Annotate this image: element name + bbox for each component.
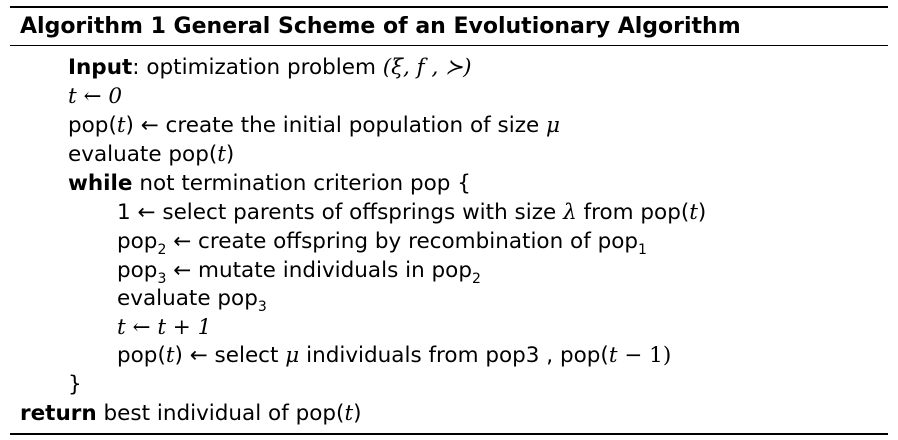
input-text: : optimization problem	[132, 55, 383, 80]
line-text: best individual of pop(	[96, 401, 345, 426]
caption-rule	[10, 45, 888, 46]
line-text: evaluate pop(	[68, 142, 218, 167]
line-text: individuals from pop3 , pop(	[299, 343, 609, 368]
line-text: evaluate pop	[117, 286, 258, 311]
line-text: pop(	[68, 113, 117, 138]
math-var: μ	[285, 343, 300, 368]
line-text: 1 ← select parents of offsprings with si…	[117, 200, 564, 225]
line-text: pop	[117, 258, 158, 283]
algo-line-evaluate: evaluate pop(t)	[68, 141, 234, 169]
algo-line-while: while not termination criterion pop {	[68, 170, 471, 198]
algo-line-init-t: t ← 0	[68, 84, 123, 109]
algo-line-close-brace: }	[68, 372, 82, 397]
algo-line-create-population: pop(t) ← create the initial population o…	[68, 112, 560, 140]
math-var: t	[689, 200, 698, 225]
subscript: 3	[257, 299, 267, 315]
algo-line-return: return best individual of pop(t)	[20, 400, 361, 428]
algo-line-increment-t: t ← t + 1	[117, 315, 212, 340]
keyword-return: return	[20, 401, 97, 426]
algorithm-box: Algorithm 1 General Scheme of an Evoluti…	[10, 0, 888, 440]
algo-line-select-individuals: pop(t) ← select μ individuals from pop3 …	[117, 342, 671, 370]
algo-line-input: Input: optimization problem (ξ, f , ≻)	[68, 54, 472, 82]
keyword-input: Input	[68, 55, 133, 80]
math-var: t	[344, 401, 354, 426]
top-rule	[10, 6, 888, 8]
line-text: pop(	[117, 343, 166, 368]
line-text: − 1)	[617, 343, 672, 368]
algo-line-mutate: pop3 ← mutate individuals in pop2	[117, 257, 481, 287]
line-text: )	[225, 142, 235, 167]
math-var: λ	[563, 200, 577, 225]
problem-tuple: (ξ, f , ≻)	[382, 55, 472, 80]
math-var: t	[217, 142, 226, 167]
math-var: μ	[546, 113, 561, 138]
algo-line-evaluate-pop3: evaluate pop3	[117, 285, 267, 315]
line-text: )	[353, 401, 362, 426]
algorithm-caption: Algorithm 1 General Scheme of an Evoluti…	[20, 14, 741, 39]
line-text: ) ← create the initial population of siz…	[125, 113, 547, 138]
subscript: 1	[638, 242, 647, 258]
line-text: ) ← select	[174, 343, 286, 368]
subscript: 2	[157, 242, 167, 258]
algo-line-select-parents: 1 ← select parents of offsprings with si…	[117, 199, 706, 227]
line-text: not termination criterion pop {	[132, 171, 471, 196]
line-text: ← create offspring by recombination of p…	[166, 229, 639, 254]
line-text: pop	[117, 229, 158, 254]
line-text: )	[697, 200, 707, 225]
keyword-while: while	[68, 171, 133, 196]
subscript: 2	[471, 271, 481, 287]
line-text: from pop(	[576, 200, 690, 225]
bottom-rule	[10, 433, 888, 435]
line-text: ← mutate individuals in pop	[166, 258, 472, 283]
algo-line-recombination: pop2 ← create offspring by recombination…	[117, 228, 647, 258]
